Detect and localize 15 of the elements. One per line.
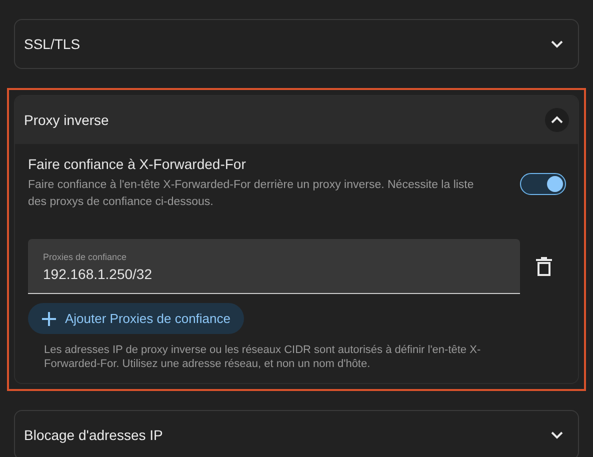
input-field[interactable]: Proxies de confiance 192.168.1.250/32 bbox=[28, 239, 520, 294]
chevron-up-icon[interactable] bbox=[545, 108, 569, 132]
panel-title: Proxy inverse bbox=[24, 112, 109, 128]
setting-description: Faire confiance à l'en-tête X-Forwarded-For derrière un proxy inverse. Nécessite la liste des proxys de confiance ci-dessous. bbox=[28, 178, 475, 210]
panel-header[interactable]: SSL/TLS bbox=[15, 20, 578, 68]
panel-header[interactable]: Blocage d'adresses IP bbox=[15, 411, 578, 457]
add-button[interactable]: Ajouter Proxies de confiance bbox=[28, 303, 244, 334]
helper-text: Les adresses IP de proxy inverse ou les réseaux CIDR sont autorisés à définir l'en-tête X-Forwarded-For. Utilisez une adresse réseau, et non un nom d'hôte. bbox=[44, 343, 482, 371]
panel-title: Blocage d'adresses IP bbox=[24, 427, 163, 443]
panel-title: SSL/TLS bbox=[24, 36, 80, 52]
plus-icon bbox=[41, 310, 57, 326]
toggle-switch[interactable] bbox=[520, 172, 566, 194]
trash-icon[interactable] bbox=[536, 257, 552, 276]
setting-title: Faire confiance à X-Forwarded-For bbox=[28, 156, 247, 172]
panel-header[interactable]: Proxy inverse bbox=[15, 96, 578, 144]
